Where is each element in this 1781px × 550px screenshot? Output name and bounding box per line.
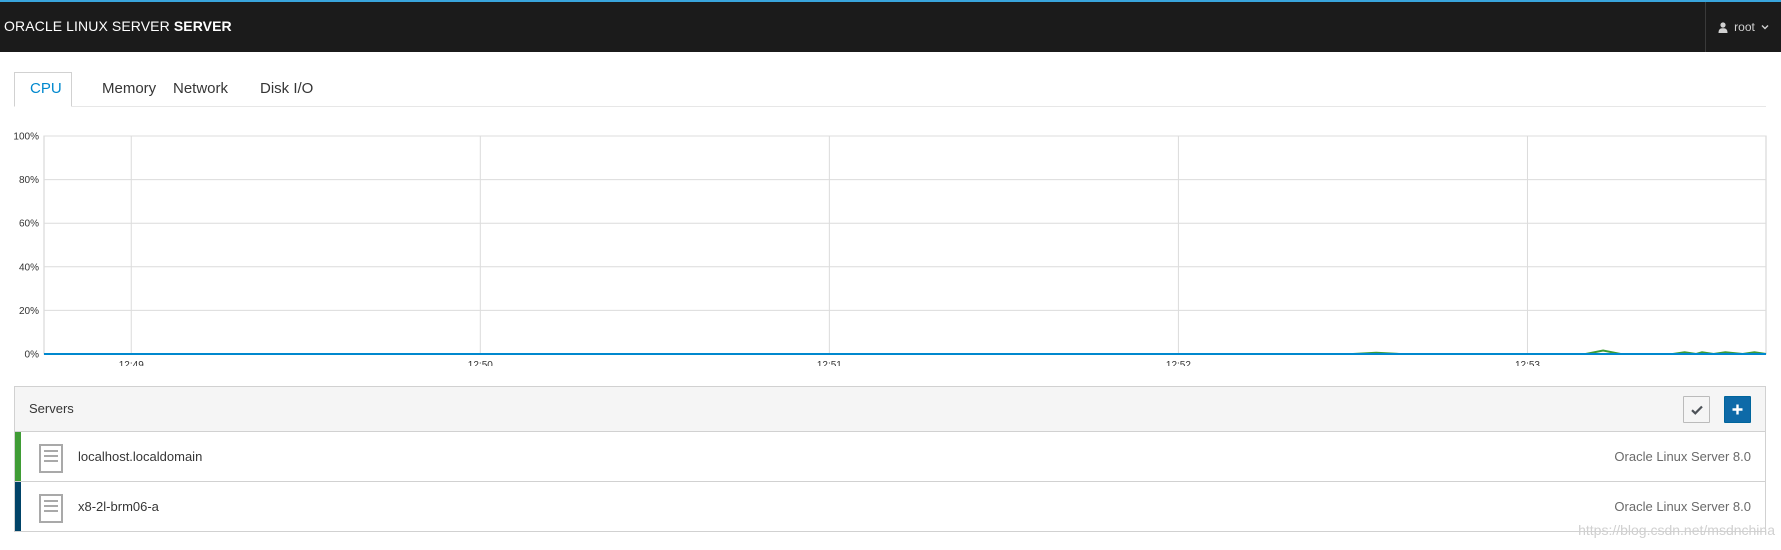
- server-icon: [39, 444, 63, 473]
- tab-network[interactable]: Network: [158, 72, 243, 106]
- check-icon: [1690, 405, 1703, 415]
- metric-tabs: CPU Memory Network Disk I/O: [14, 72, 1766, 107]
- y-tick-label: 0%: [25, 350, 40, 361]
- server-os: Oracle Linux Server 8.0: [1614, 449, 1751, 464]
- server-row[interactable]: x8-2l-brm06-a Oracle Linux Server 8.0: [15, 482, 1765, 531]
- top-navbar: ORACLE LINUX SERVER SERVER root: [0, 0, 1781, 52]
- y-tick-label: 40%: [19, 262, 39, 273]
- brand-bold: SERVER: [173, 18, 232, 34]
- server-color-stripe: [15, 482, 21, 531]
- cpu-usage-chart: 100% 80% 60% 40% 20% 0% 12:49 12:50 12:51 12:52 12…: [0, 126, 1781, 366]
- y-tick-label: 60%: [19, 219, 39, 230]
- user-menu[interactable]: root: [1705, 2, 1781, 52]
- servers-title: Servers: [29, 401, 74, 416]
- edit-servers-button[interactable]: [1683, 396, 1710, 423]
- server-name[interactable]: localhost.localdomain: [78, 449, 202, 464]
- server-color-stripe: [15, 432, 21, 481]
- brand-title: ORACLE LINUX SERVER SERVER: [4, 18, 232, 34]
- cpu-chart-svg: 100% 80% 60% 40% 20% 0% 12:49 12:50 12:51 12:52 12…: [13, 132, 1767, 366]
- y-tick-label: 80%: [19, 175, 39, 186]
- user-name: root: [1734, 20, 1755, 34]
- server-os: Oracle Linux Server 8.0: [1614, 499, 1751, 514]
- chevron-down-icon: [1761, 25, 1769, 30]
- y-tick-label: 20%: [19, 306, 39, 317]
- x-tick-label: 12:50: [468, 360, 493, 366]
- y-tick-label: 100%: [13, 132, 39, 143]
- x-tick-label: 12:52: [1166, 360, 1191, 366]
- x-tick-label: 12:53: [1515, 360, 1540, 366]
- server-icon: [39, 494, 63, 523]
- watermark: https://blog.csdn.net/msdnchina: [1578, 522, 1775, 538]
- tab-disk-io[interactable]: Disk I/O: [245, 72, 328, 106]
- server-row[interactable]: localhost.localdomain Oracle Linux Serve…: [15, 432, 1765, 482]
- tab-cpu[interactable]: CPU: [14, 72, 72, 107]
- brand-prefix: ORACLE LINUX SERVER: [4, 18, 170, 34]
- user-icon: [1718, 21, 1728, 33]
- x-tick-label: 12:51: [817, 360, 842, 366]
- add-server-button[interactable]: [1724, 396, 1751, 423]
- x-tick-label: 12:49: [119, 360, 144, 366]
- plus-icon: [1732, 404, 1743, 415]
- server-name[interactable]: x8-2l-brm06-a: [78, 499, 159, 514]
- servers-header: Servers: [15, 387, 1765, 432]
- plot-area: [43, 135, 1767, 355]
- servers-panel: Servers localhost.localdomain Oracle Lin…: [14, 386, 1766, 532]
